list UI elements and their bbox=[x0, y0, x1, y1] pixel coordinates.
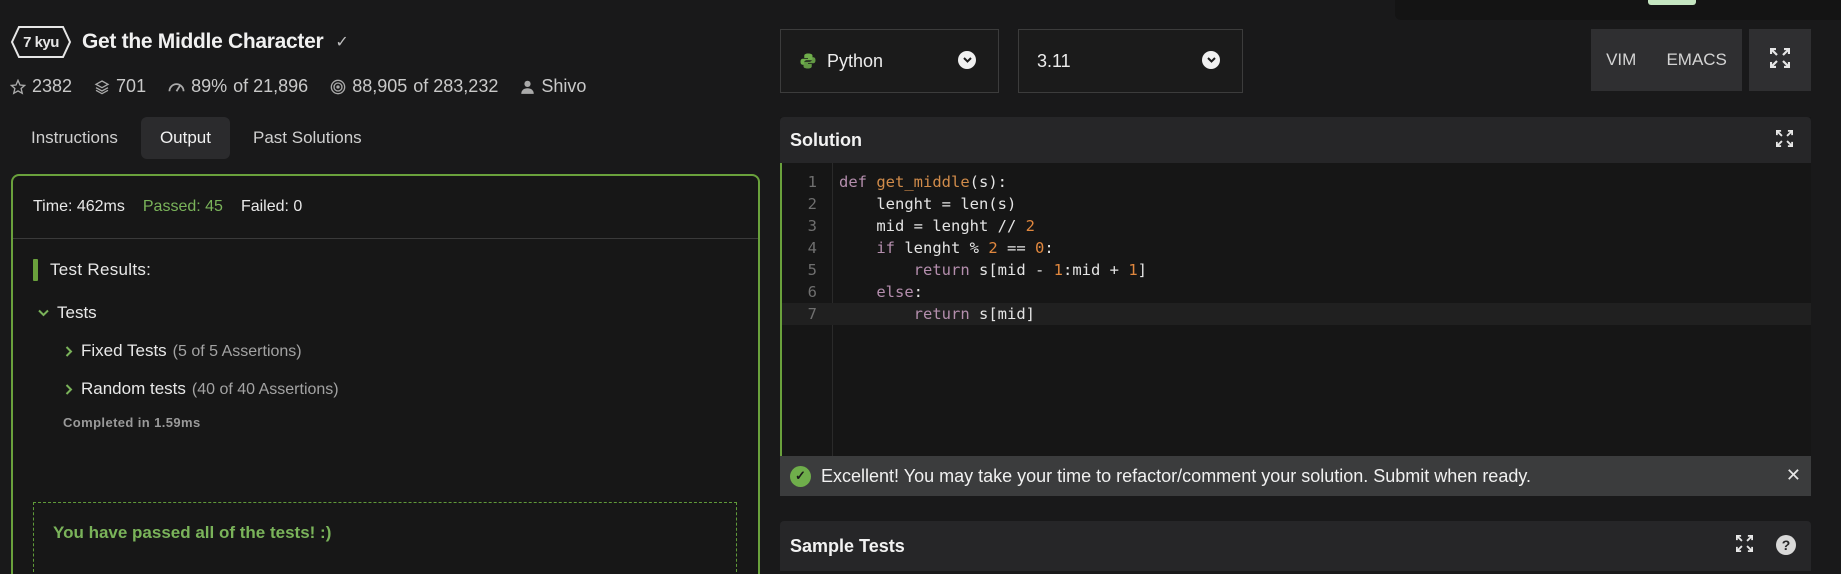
version-value: 3.11 bbox=[1037, 50, 1071, 71]
line-number: 3 bbox=[807, 217, 817, 235]
results-marker bbox=[33, 259, 38, 281]
top-strip bbox=[1395, 0, 1841, 20]
chevron-down-icon bbox=[1202, 51, 1220, 69]
chevron-right-icon bbox=[63, 345, 75, 357]
run-time: Time: 462ms bbox=[33, 198, 125, 215]
satisfaction-stat: 89% of 21,896 bbox=[168, 76, 308, 97]
code-line: 3 mid = lenght // 2 bbox=[782, 215, 1811, 237]
chevron-right-icon bbox=[63, 383, 75, 395]
failed-count: Failed: 0 bbox=[240, 198, 303, 215]
completed-total: of 283,232 bbox=[413, 76, 499, 96]
success-notice-text: Excellent! You may take your time to ref… bbox=[821, 465, 1532, 486]
code-text: return s[mid] bbox=[913, 305, 1035, 323]
star-icon bbox=[10, 78, 26, 95]
chevron-down-icon bbox=[958, 51, 976, 69]
code-text: lenght = len(s) bbox=[839, 195, 1017, 213]
gauge-icon bbox=[168, 80, 185, 94]
test-item-name: Random tests bbox=[81, 379, 186, 398]
python-icon bbox=[799, 52, 817, 70]
layers-icon bbox=[94, 79, 110, 95]
kata-title: Get the Middle Character bbox=[82, 30, 324, 53]
satisfaction-votes: of 21,896 bbox=[233, 76, 309, 96]
test-item-name: Fixed Tests bbox=[81, 341, 167, 360]
test-summary: Time: 462ms Passed: 45 Failed: 0 bbox=[13, 176, 758, 239]
test-item-fixed[interactable]: Fixed Tests (5 of 5 Assertions) bbox=[63, 341, 738, 361]
help-icon[interactable]: ? bbox=[1776, 535, 1796, 555]
line-number: 2 bbox=[807, 195, 817, 213]
editor-mode-toggle: VIM EMACS bbox=[1591, 29, 1742, 91]
code-lines: 1 def get_middle(s): 2 lenght = len(s) 3 … bbox=[782, 171, 1811, 325]
line-number: 5 bbox=[807, 261, 817, 279]
version-select[interactable]: 3.11 bbox=[1018, 29, 1243, 93]
test-subitems: Fixed Tests (5 of 5 Assertions) Random t… bbox=[63, 341, 738, 399]
solution-title: Solution bbox=[790, 129, 862, 150]
passed-message: You have passed all of the tests! :) bbox=[33, 502, 737, 572]
expand-icon[interactable] bbox=[1735, 534, 1754, 557]
rank-label: 7 kyu bbox=[23, 33, 59, 51]
code-line: 2 lenght = len(s) bbox=[782, 193, 1811, 215]
passed-count: Passed: 45 bbox=[142, 198, 223, 215]
code-line: 4 if lenght % 2 == 0: bbox=[782, 237, 1811, 259]
check-circle-icon: ✓ bbox=[790, 465, 811, 487]
expand-icon bbox=[1769, 47, 1791, 73]
stars-stat[interactable]: 2382 bbox=[10, 76, 72, 97]
chevron-down-icon bbox=[37, 309, 49, 317]
success-notice: ✓ Excellent! You may take your time to r… bbox=[780, 456, 1811, 496]
code-text: else: bbox=[876, 283, 923, 301]
stars-count: 2382 bbox=[32, 76, 73, 96]
code-editor[interactable]: 1 def get_middle(s): 2 lenght = len(s) 3 … bbox=[780, 163, 1811, 456]
line-number: 7 bbox=[807, 305, 817, 323]
code-line: 5 return s[mid - 1:mid + 1] bbox=[782, 259, 1811, 281]
satisfaction-rating: 89% bbox=[191, 76, 228, 96]
code-text: if lenght % 2 == 0: bbox=[876, 239, 1054, 257]
line-number: 4 bbox=[807, 239, 817, 257]
code-line-current: 7 return s[mid] bbox=[782, 303, 1811, 325]
test-results-title: Test Results: bbox=[50, 260, 152, 279]
solution-header: Solution bbox=[780, 117, 1811, 163]
completed-count: 88,905 bbox=[352, 76, 408, 96]
solution-panel: Solution 1 def get_middle(s): 2 lenght = … bbox=[780, 117, 1811, 496]
line-number: 1 bbox=[807, 173, 817, 191]
test-results: Test Results: Tests Fixed Tests (5 of 5 … bbox=[13, 239, 758, 450]
kata-stats: 2382 701 89% of 21,896 88,905 of 283,232… bbox=[10, 76, 586, 97]
user-icon bbox=[520, 79, 535, 95]
vim-mode-button[interactable]: VIM bbox=[1606, 50, 1636, 70]
tab-output[interactable]: Output bbox=[140, 117, 230, 159]
check-icon: ✓ bbox=[335, 34, 349, 51]
output-panel: Time: 462ms Passed: 45 Failed: 0 Test Re… bbox=[11, 174, 760, 574]
code-text: mid = lenght // 2 bbox=[839, 217, 1035, 235]
rank-badge: 7 kyu bbox=[10, 25, 72, 59]
kata-header: 7 kyu Get the Middle Character ✓ bbox=[10, 22, 349, 62]
test-item-random[interactable]: Random tests (40 of 40 Assertions) bbox=[63, 379, 738, 399]
test-group-toggle[interactable]: Tests bbox=[37, 303, 738, 323]
test-group: Tests Fixed Tests (5 of 5 Assertions) Ra… bbox=[37, 303, 738, 430]
completed-time: Completed in 1.59ms bbox=[63, 415, 201, 430]
collections-stat[interactable]: 701 bbox=[94, 76, 146, 97]
top-accent bbox=[1648, 0, 1696, 5]
author-stat[interactable]: Shivo bbox=[520, 76, 586, 97]
test-item-assertions: (5 of 5 Assertions) bbox=[172, 343, 302, 360]
code-line: 1 def get_middle(s): bbox=[782, 171, 1811, 193]
close-icon[interactable]: ✕ bbox=[1786, 465, 1801, 486]
target-icon bbox=[330, 79, 346, 95]
code-text: return s[mid - 1:mid + 1] bbox=[913, 261, 1148, 279]
code-text: def get_middle(s): bbox=[839, 173, 1007, 191]
sample-tests-title: Sample Tests bbox=[790, 535, 905, 556]
test-group-label: Tests bbox=[57, 303, 97, 322]
line-number: 6 bbox=[807, 283, 817, 301]
fullscreen-button[interactable] bbox=[1749, 29, 1811, 91]
tab-past-solutions[interactable]: Past Solutions bbox=[234, 117, 381, 159]
author-name: Shivo bbox=[541, 76, 587, 96]
emacs-mode-button[interactable]: EMACS bbox=[1666, 50, 1726, 70]
test-results-heading: Test Results: bbox=[33, 259, 738, 281]
language-value: Python bbox=[827, 50, 884, 71]
collections-count: 701 bbox=[116, 76, 147, 96]
language-select[interactable]: Python bbox=[780, 29, 999, 93]
completed-stat: 88,905 of 283,232 bbox=[330, 76, 498, 97]
expand-icon[interactable] bbox=[1775, 129, 1794, 152]
left-tabs: Instructions Output Past Solutions bbox=[12, 117, 381, 159]
tab-instructions[interactable]: Instructions bbox=[12, 117, 137, 159]
code-line: 6 else: bbox=[782, 281, 1811, 303]
test-item-assertions: (40 of 40 Assertions) bbox=[191, 381, 339, 398]
